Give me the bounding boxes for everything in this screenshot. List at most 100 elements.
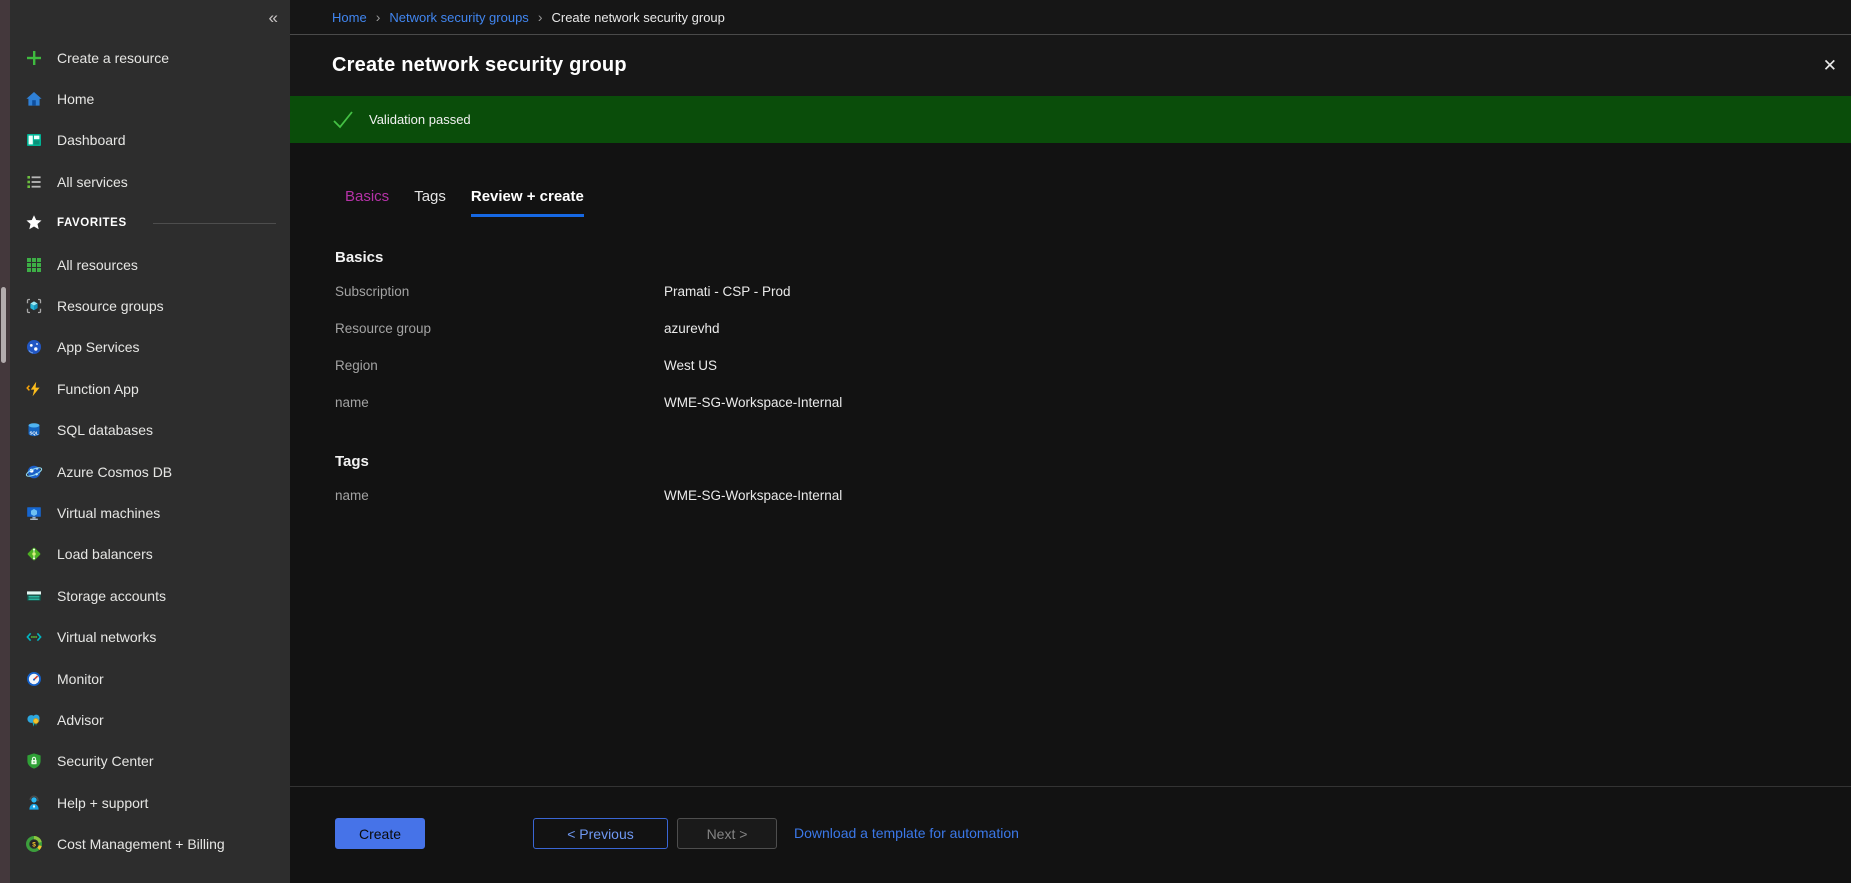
sidebar-item-virtual-networks[interactable]: Virtual networks [10, 616, 290, 657]
sidebar-item-label: Advisor [57, 712, 104, 728]
sidebar-item-label: Create a resource [57, 50, 169, 66]
help-support-icon [25, 794, 43, 812]
sidebar-item-security-center[interactable]: Security Center [10, 741, 290, 782]
sidebar-scrollbar-thumb[interactable] [1, 287, 6, 363]
sidebar-item-monitor[interactable]: Monitor [10, 658, 290, 699]
sidebar-item-home[interactable]: Home [10, 78, 290, 119]
sidebar-nav: Create a resource Home Dashboard All servic… [10, 37, 290, 865]
title-bar: Create network security group ✕ [290, 34, 1851, 96]
virtual-networks-icon [25, 628, 43, 646]
cost-management-icon: $ [25, 835, 43, 853]
sidebar-item-app-services[interactable]: App Services [10, 327, 290, 368]
breadcrumb-network-security-groups[interactable]: Network security groups [389, 10, 528, 25]
close-icon[interactable]: ✕ [1823, 56, 1837, 76]
page-title: Create network security group [332, 54, 627, 77]
field-value: West US [664, 358, 1851, 373]
cosmos-db-icon [25, 463, 43, 481]
validation-text: Validation passed [369, 112, 471, 127]
next-button[interactable]: Next > [677, 818, 777, 849]
sidebar-item-azure-cosmos-db[interactable]: Azure Cosmos DB [10, 451, 290, 492]
sidebar-item-label: All resources [57, 257, 138, 273]
sidebar-item-function-app[interactable]: Function App [10, 368, 290, 409]
section-title-tags: Tags [335, 453, 1851, 470]
sidebar: « Create a resource Home Dashboard All serv… [0, 0, 290, 883]
sidebar-item-virtual-machines[interactable]: Virtual machines [10, 492, 290, 533]
content-area: Basics Tags Review + create Basics Subscrip… [290, 143, 1851, 514]
sidebar-item-load-balancers[interactable]: Load balancers [10, 534, 290, 575]
field-value: azurevhd [664, 321, 1851, 336]
sidebar-item-label: Help + support [57, 795, 148, 811]
sidebar-item-storage-accounts[interactable]: Storage accounts [10, 575, 290, 616]
sidebar-collapse-icon[interactable]: « [269, 8, 278, 28]
field-row-basics-subscription: SubscriptionPramati - CSP - Prod [335, 273, 1851, 310]
sidebar-item-all-services[interactable]: All services [10, 161, 290, 202]
sidebar-item-resource-groups[interactable]: Resource groups [10, 285, 290, 326]
breadcrumb-home[interactable]: Home [332, 10, 367, 25]
sidebar-item-label: SQL databases [57, 422, 153, 438]
sidebar-item-label: Azure Cosmos DB [57, 464, 172, 480]
plus-icon [25, 49, 43, 67]
sidebar-item-label: App Services [57, 339, 139, 355]
check-icon [332, 109, 354, 131]
tab-basics[interactable]: Basics [345, 188, 389, 217]
security-center-icon [25, 752, 43, 770]
sidebar-item-label: Virtual machines [57, 505, 160, 521]
sidebar-item-label: All services [57, 174, 128, 190]
sidebar-item-label: FAVORITES [57, 217, 127, 229]
sidebar-left-strip [0, 0, 10, 883]
previous-button[interactable]: < Previous [533, 818, 668, 849]
field-row-tags-name: nameWME-SG-Workspace-Internal [335, 477, 1851, 514]
sidebar-item-help-support[interactable]: Help + support [10, 782, 290, 823]
sidebar-item-label: Home [57, 91, 94, 107]
sidebar-item-cost-management-billing[interactable]: $ Cost Management + Billing [10, 823, 290, 864]
sidebar-item-dashboard[interactable]: Dashboard [10, 120, 290, 161]
sidebar-item-favorites: FAVORITES [10, 203, 290, 244]
sidebar-item-advisor[interactable]: Advisor [10, 699, 290, 740]
field-label: Region [335, 358, 664, 373]
sidebar-item-label: Monitor [57, 671, 104, 687]
azure-portal-window: « Create a resource Home Dashboard All serv… [0, 0, 1851, 883]
create-button[interactable]: Create [335, 818, 425, 849]
sql-databases-icon: SQL [25, 421, 43, 439]
sidebar-item-all-resources[interactable]: All resources [10, 244, 290, 285]
app-services-icon [25, 338, 43, 356]
field-label: Resource group [335, 321, 664, 336]
breadcrumb: Home›Network security groups›Create netw… [290, 0, 1851, 34]
field-row-basics-resource-group: Resource groupazurevhd [335, 310, 1851, 347]
advisor-icon [25, 711, 43, 729]
section-tags: Tags nameWME-SG-Workspace-Internal [335, 453, 1851, 514]
sidebar-item-label: Security Center [57, 753, 153, 769]
sidebar-item-label: Virtual networks [57, 629, 156, 645]
field-row-basics-region: RegionWest US [335, 347, 1851, 384]
field-row-basics-name: nameWME-SG-Workspace-Internal [335, 384, 1851, 421]
dashboard-icon [25, 131, 43, 149]
virtual-machines-icon [25, 504, 43, 522]
sidebar-item-sql-databases[interactable]: SQL SQL databases [10, 410, 290, 451]
function-app-icon [25, 380, 43, 398]
field-label: Subscription [335, 284, 664, 299]
monitor-icon [25, 670, 43, 688]
sidebar-item-label: Resource groups [57, 298, 164, 314]
storage-accounts-icon [25, 587, 43, 605]
sidebar-item-label: Function App [57, 381, 139, 397]
grid-icon [25, 256, 43, 274]
review-sections: BasicsSubscriptionPramati - CSP - ProdRe… [335, 249, 1851, 514]
section-basics: BasicsSubscriptionPramati - CSP - ProdRe… [335, 249, 1851, 421]
svg-text:SQL: SQL [29, 431, 38, 436]
footer-bar: Create < Previous Next > Download a temp… [290, 786, 1851, 883]
sidebar-item-create-a-resource[interactable]: Create a resource [10, 37, 290, 78]
all-services-icon [25, 173, 43, 191]
svg-text:$: $ [32, 841, 36, 848]
field-label: name [335, 488, 664, 503]
tab-review-create[interactable]: Review + create [471, 188, 584, 217]
tab-list: Basics Tags Review + create [335, 188, 1851, 217]
sidebar-item-label: Cost Management + Billing [57, 836, 225, 852]
sidebar-item-label: Storage accounts [57, 588, 166, 604]
sidebar-item-label: Dashboard [57, 132, 126, 148]
validation-banner: Validation passed [290, 96, 1851, 143]
resource-groups-icon [25, 297, 43, 315]
section-title-basics: Basics [335, 249, 1851, 266]
sidebar-item-label: Load balancers [57, 546, 153, 562]
download-template-link[interactable]: Download a template for automation [794, 818, 1019, 849]
tab-tags[interactable]: Tags [414, 188, 446, 217]
